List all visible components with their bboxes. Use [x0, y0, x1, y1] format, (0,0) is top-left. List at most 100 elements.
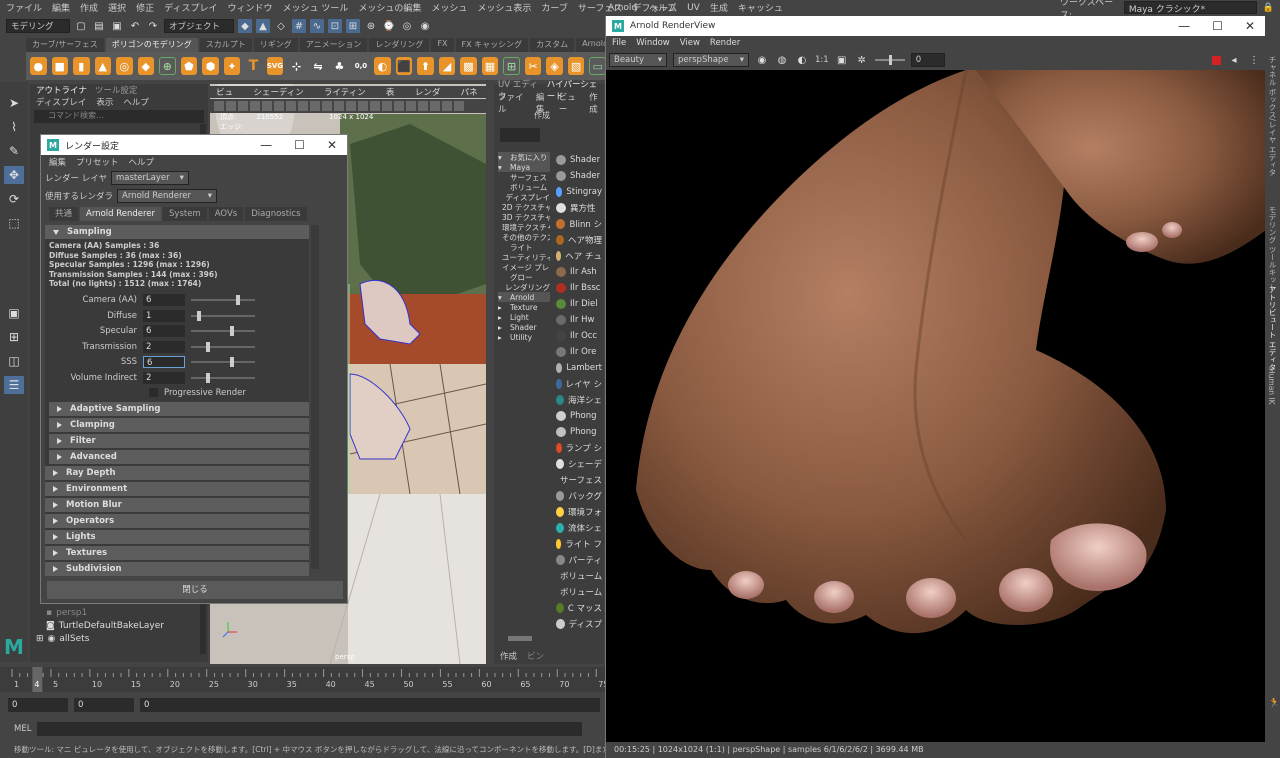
rs-tab[interactable]: Arnold Renderer [80, 207, 162, 221]
side-tab-modeling-toolkit[interactable]: モデリング ツールキット [1267, 206, 1278, 291]
lock-icon[interactable]: 🔒 [1263, 3, 1280, 13]
multicut-icon[interactable]: ✂ [524, 57, 542, 75]
hs-node-item[interactable]: 海洋シェ [556, 392, 602, 408]
rs-layer-select[interactable]: masterLayer ▾ [110, 171, 189, 185]
poly-sphere-icon[interactable]: ● [30, 57, 47, 75]
slider-handle[interactable] [230, 326, 234, 337]
gate-mask-icon[interactable] [286, 101, 296, 111]
shelf-tab[interactable]: カスタム [530, 38, 575, 52]
vp-menu-view[interactable]: ビュー [216, 86, 241, 110]
progressive-render-checkbox[interactable] [149, 388, 158, 397]
menu-item[interactable]: ウィンドウ [227, 1, 272, 14]
menu-item[interactable]: メッシュ表示 [477, 1, 531, 14]
zoom-ratio[interactable]: 1:1 [815, 55, 829, 65]
render-icon[interactable]: ◎ [400, 19, 414, 33]
hs-node-item[interactable]: ヘア チュ [556, 248, 602, 264]
hs-tree-item[interactable]: レンダリング [498, 282, 550, 292]
lights-icon[interactable] [382, 101, 392, 111]
super-shape-icon[interactable]: ✦ [223, 57, 241, 75]
hs-node-item[interactable]: 流体シェ [556, 520, 602, 536]
hs-node-item[interactable]: 環境フォ [556, 504, 602, 520]
rotate-tool-icon[interactable]: ⟳ [4, 190, 24, 208]
film-gate-icon[interactable] [262, 101, 272, 111]
slider-handle[interactable] [236, 295, 240, 306]
menu-item[interactable]: 生成 [710, 1, 728, 14]
extrude-icon[interactable]: ⬆ [417, 57, 434, 75]
xray-icon[interactable] [454, 101, 464, 111]
freeze-icon[interactable]: ♣ [331, 57, 348, 75]
workspace-select[interactable]: Maya クラシック* [1123, 1, 1257, 15]
hs-node-item[interactable]: ボリューム [556, 584, 602, 600]
render-refresh-icon[interactable]: ◉ [755, 53, 769, 67]
mel-input[interactable] [37, 722, 583, 736]
hs-node-item[interactable]: Ilr Occ [556, 328, 602, 344]
shelf-tab[interactable]: レンダリング [369, 38, 430, 52]
uv-editor-icon[interactable]: ▧ [567, 57, 585, 75]
arv-titlebar[interactable]: M Arnold RenderView — ☐ ✕ [606, 16, 1265, 36]
subsection-header[interactable]: Clamping [49, 417, 309, 432]
side-tab-human-ik[interactable]: Human IK [1267, 368, 1276, 405]
subsection-header[interactable]: Adaptive Sampling [49, 401, 309, 416]
ao-icon[interactable] [406, 101, 416, 111]
rs-tab[interactable]: Diagnostics [245, 207, 307, 221]
vp-menu-lighting[interactable]: ライティング [324, 86, 374, 110]
hs-node-item[interactable]: Stingray [556, 184, 602, 200]
safe-title-icon[interactable] [322, 101, 332, 111]
run-icon[interactable]: 🏃 [1268, 698, 1280, 709]
vp-menu-renderer[interactable]: レンダラ [415, 86, 449, 110]
scale-tool-icon[interactable]: ⬚ [4, 214, 24, 232]
tab-outliner[interactable]: アウトライナ [36, 84, 87, 96]
options-icon[interactable]: ⋮ [1247, 53, 1261, 67]
resolution-gate-icon[interactable] [274, 101, 284, 111]
four-pane-icon[interactable]: ⊞ [4, 328, 24, 346]
outliner-item[interactable]: ⊞ ◉ allSets [30, 632, 200, 645]
fill-hole-icon[interactable]: ▩ [460, 57, 477, 75]
section-header[interactable]: Subdivision [45, 561, 309, 576]
hs-tree-item[interactable]: ライト [498, 242, 550, 252]
hs-node-item[interactable]: パーティ [556, 552, 602, 568]
snap-curve-icon[interactable]: ∿ [310, 19, 324, 33]
rs-titlebar[interactable]: M レンダー設定 — ☐ ✕ [41, 135, 347, 155]
hs-node-item[interactable]: ライト フ [556, 536, 602, 552]
shelf-tab[interactable]: スカルプト [199, 38, 252, 52]
arnold-menu-item[interactable]: Arnold [608, 3, 637, 13]
rs-tab[interactable]: 共通 [49, 207, 79, 221]
hs-tree-item[interactable]: ▸ Light [498, 312, 550, 322]
image-plane-icon[interactable] [238, 101, 248, 111]
redo-icon[interactable]: ↷ [146, 19, 160, 33]
shelf-tab[interactable]: アニメーション [299, 38, 368, 52]
menu-item[interactable]: ディスプレイ [164, 1, 217, 14]
shelf-tab[interactable]: ポリゴンのモデリング [105, 38, 198, 52]
exposure-icon[interactable]: ✲ [855, 53, 869, 67]
rs-menu-help[interactable]: ヘルプ [129, 156, 155, 168]
hs-tree-item[interactable]: ユーティリティ [498, 252, 550, 262]
param-slider[interactable] [191, 357, 255, 368]
safe-action-icon[interactable] [310, 101, 320, 111]
hs-tree-item[interactable]: ▸ Utility [498, 332, 550, 342]
close-icon[interactable]: ✕ [327, 138, 337, 152]
select-tool-icon[interactable]: ➤ [4, 94, 24, 112]
rs-tab[interactable]: AOVs [208, 207, 244, 221]
side-by-side-icon[interactable]: ◫ [4, 352, 24, 370]
svg-tool-icon[interactable]: SVG [266, 57, 284, 75]
hs-bottom-tab-bins[interactable]: ビン [527, 650, 544, 662]
snap-view-icon[interactable]: ⊞ [346, 19, 360, 33]
poly-disk-icon[interactable]: ⬟ [180, 57, 198, 75]
section-sampling[interactable]: Sampling [45, 225, 309, 239]
hs-node-item[interactable]: サーフェス [556, 472, 602, 488]
side-tab-attribute-editor[interactable]: アトリビュート エディタ [1267, 286, 1278, 371]
rs-tab[interactable]: System [163, 207, 207, 221]
isolate-icon[interactable] [442, 101, 452, 111]
section-header[interactable]: Textures [45, 545, 309, 560]
mode-select[interactable]: モデリング [6, 19, 70, 33]
open-scene-icon[interactable]: ▤ [92, 19, 106, 33]
new-scene-icon[interactable]: ▢ [74, 19, 88, 33]
dof-icon[interactable] [430, 101, 440, 111]
hs-node-item[interactable]: ヘア物理 [556, 232, 602, 248]
field-chart-icon[interactable] [298, 101, 308, 111]
wireframe-icon[interactable] [334, 101, 344, 111]
param-value-field[interactable]: 2 [143, 340, 185, 353]
subsection-header[interactable]: Advanced [49, 449, 309, 464]
stop-render-icon[interactable] [1212, 55, 1221, 65]
hierarchy-icon[interactable]: ◆ [238, 19, 252, 33]
